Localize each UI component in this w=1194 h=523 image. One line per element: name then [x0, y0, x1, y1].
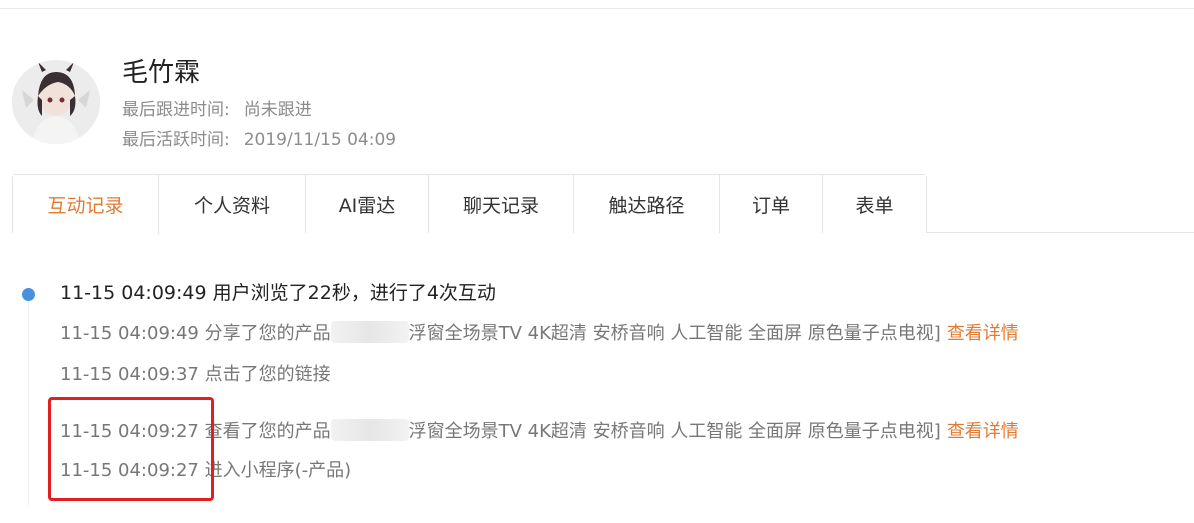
- avatar: [12, 60, 100, 144]
- event-text: 查看了您的产品: [204, 421, 331, 442]
- tab-orders[interactable]: 订单: [720, 175, 823, 233]
- tab-chat-history[interactable]: 聊天记录: [429, 175, 574, 233]
- last-active-value: 2019/11/15 04:09: [243, 130, 397, 150]
- event-time: 11-15 04:09:27: [60, 421, 199, 442]
- tab-reach-path[interactable]: 触达路径: [574, 175, 720, 233]
- view-details-link[interactable]: 查看详情: [947, 323, 1019, 344]
- timeline-dot: [22, 288, 35, 301]
- event-time: 11-15 04:09:37: [60, 364, 199, 385]
- tab-profile[interactable]: 个人资料: [159, 175, 306, 233]
- timeline-line: [28, 300, 29, 505]
- last-active-row: 最后活跃时间: 2019/11/15 04:09: [122, 129, 396, 151]
- event-time: 11-15 04:09:27: [60, 460, 199, 481]
- event-text: 分享了您的产品: [204, 323, 331, 344]
- user-name: 毛竹霖: [122, 58, 201, 88]
- session-text: 用户浏览了22秒，进行了4次互动: [212, 282, 496, 304]
- event-text: 点击了您的链接: [204, 364, 331, 385]
- event-product: 浮窗全场景TV 4K超清 安桥音响 人工智能 全面屏 原色量子点电视]: [408, 323, 941, 344]
- timeline-event: 11-15 04:09:37 点击了您的链接: [60, 363, 331, 387]
- event-time: 11-15 04:09:49: [60, 323, 199, 344]
- last-follow-label: 最后跟进时间:: [122, 100, 230, 120]
- timeline-event: 11-15 04:09:27 查看了您的产品 浮窗全场景TV 4K超清 安桥音响 …: [60, 419, 1019, 444]
- timeline-event: 11-15 04:09:49 分享了您的产品 浮窗全场景TV 4K超清 安桥音响 …: [60, 321, 1019, 346]
- tab-interaction-records[interactable]: 互动记录: [13, 175, 159, 234]
- event-product: 浮窗全场景TV 4K超清 安桥音响 人工智能 全面屏 原色量子点电视]: [408, 421, 941, 442]
- top-divider: [0, 8, 1194, 9]
- last-follow-value: 尚未跟进: [243, 100, 312, 120]
- tab-bar: 互动记录 个人资料 AI雷达 聊天记录 触达路径 订单 表单: [12, 174, 927, 234]
- red-highlight-annotation: [48, 397, 214, 501]
- redacted-block: [330, 321, 409, 343]
- timeline-event: 11-15 04:09:27 进入小程序(-产品): [60, 459, 351, 483]
- event-text: 进入小程序(-产品): [204, 460, 352, 481]
- view-details-link[interactable]: 查看详情: [947, 421, 1019, 442]
- redacted-block: [330, 419, 409, 441]
- last-follow-row: 最后跟进时间: 尚未跟进: [122, 99, 312, 121]
- last-active-label: 最后活跃时间:: [122, 130, 230, 150]
- tab-ai-radar[interactable]: AI雷达: [306, 175, 429, 233]
- session-time: 11-15 04:09:49: [60, 282, 207, 304]
- tab-forms[interactable]: 表单: [823, 175, 926, 233]
- session-header: 11-15 04:09:49 用户浏览了22秒，进行了4次互动: [60, 280, 496, 306]
